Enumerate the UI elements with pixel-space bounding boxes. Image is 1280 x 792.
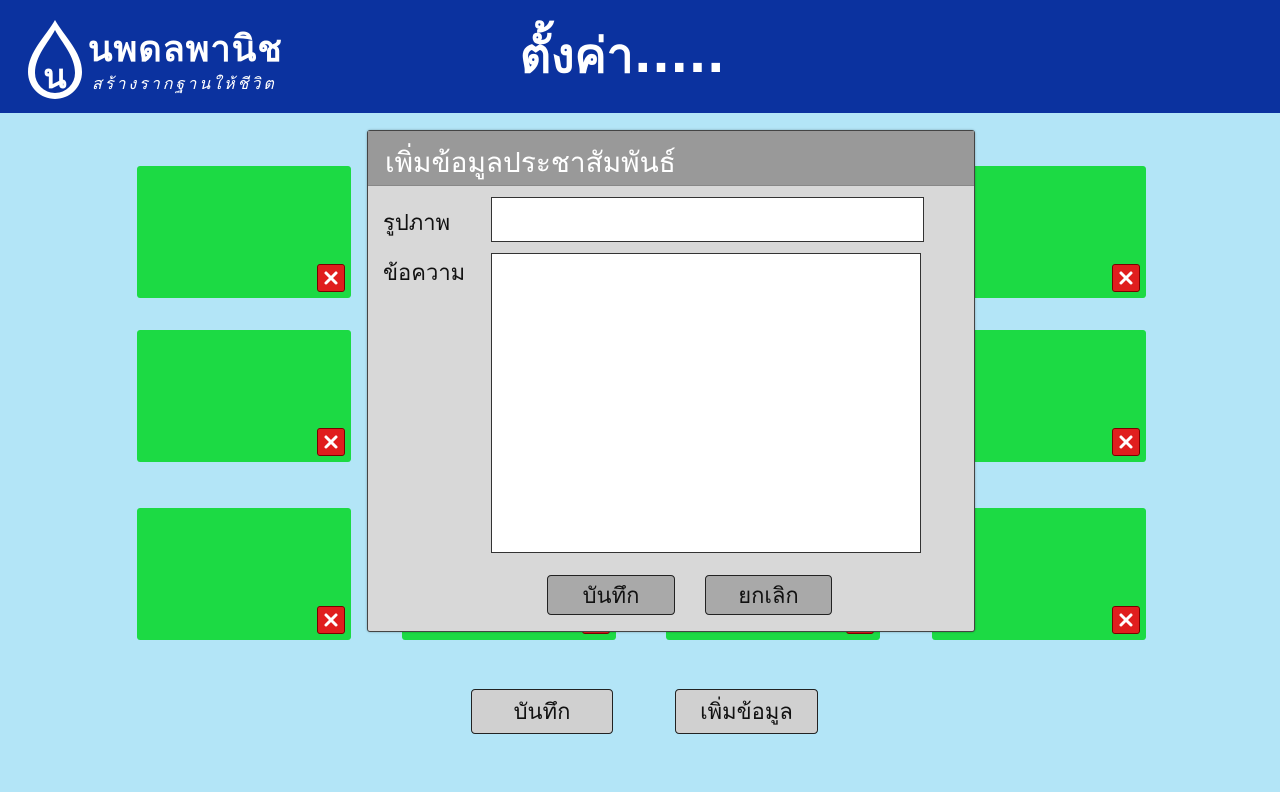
- dialog-titlebar: เพิ่มข้อมูลประชาสัมพันธ์: [368, 131, 974, 186]
- delete-button[interactable]: [317, 606, 345, 634]
- card-slot-3[interactable]: [137, 508, 351, 640]
- svg-text:น: น: [43, 57, 66, 97]
- close-icon: [1119, 435, 1133, 449]
- card-slot-2[interactable]: [137, 330, 351, 462]
- close-icon: [1119, 613, 1133, 627]
- close-icon: [324, 435, 338, 449]
- close-icon: [324, 271, 338, 285]
- dialog-title: เพิ่มข้อมูลประชาสัมพันธ์: [385, 146, 676, 179]
- header-bar: น นพดลพานิช สร้างรากฐานให้ชีวิต ตั้งค่า.…: [0, 0, 1280, 113]
- logo-tagline: สร้างรากฐานให้ชีวิต: [92, 74, 277, 93]
- save-button[interactable]: บันทึก: [471, 689, 613, 734]
- image-label: รูปภาพ: [383, 211, 451, 236]
- close-icon: [324, 613, 338, 627]
- card-slot-1[interactable]: [137, 166, 351, 298]
- add-announcement-dialog: เพิ่มข้อมูลประชาสัมพันธ์ รูปภาพ ข้อความ …: [367, 130, 975, 632]
- image-input[interactable]: [491, 197, 924, 242]
- delete-button[interactable]: [317, 264, 345, 292]
- add-data-button[interactable]: เพิ่มข้อมูล: [675, 689, 818, 734]
- delete-button[interactable]: [317, 428, 345, 456]
- logo-emblem-icon: น: [28, 20, 82, 99]
- delete-button[interactable]: [1112, 264, 1140, 292]
- logo-name: นพดลพานิช: [88, 29, 283, 70]
- close-icon: [1119, 271, 1133, 285]
- delete-button[interactable]: [1112, 428, 1140, 456]
- message-textarea[interactable]: [491, 253, 921, 553]
- delete-button[interactable]: [1112, 606, 1140, 634]
- logo: น นพดลพานิช สร้างรากฐานให้ชีวิต: [24, 18, 324, 102]
- dialog-cancel-button[interactable]: ยกเลิก: [705, 575, 832, 615]
- message-label: ข้อความ: [383, 261, 466, 286]
- page-title: ตั้งค่า.....: [520, 28, 725, 84]
- dialog-save-button[interactable]: บันทึก: [547, 575, 675, 615]
